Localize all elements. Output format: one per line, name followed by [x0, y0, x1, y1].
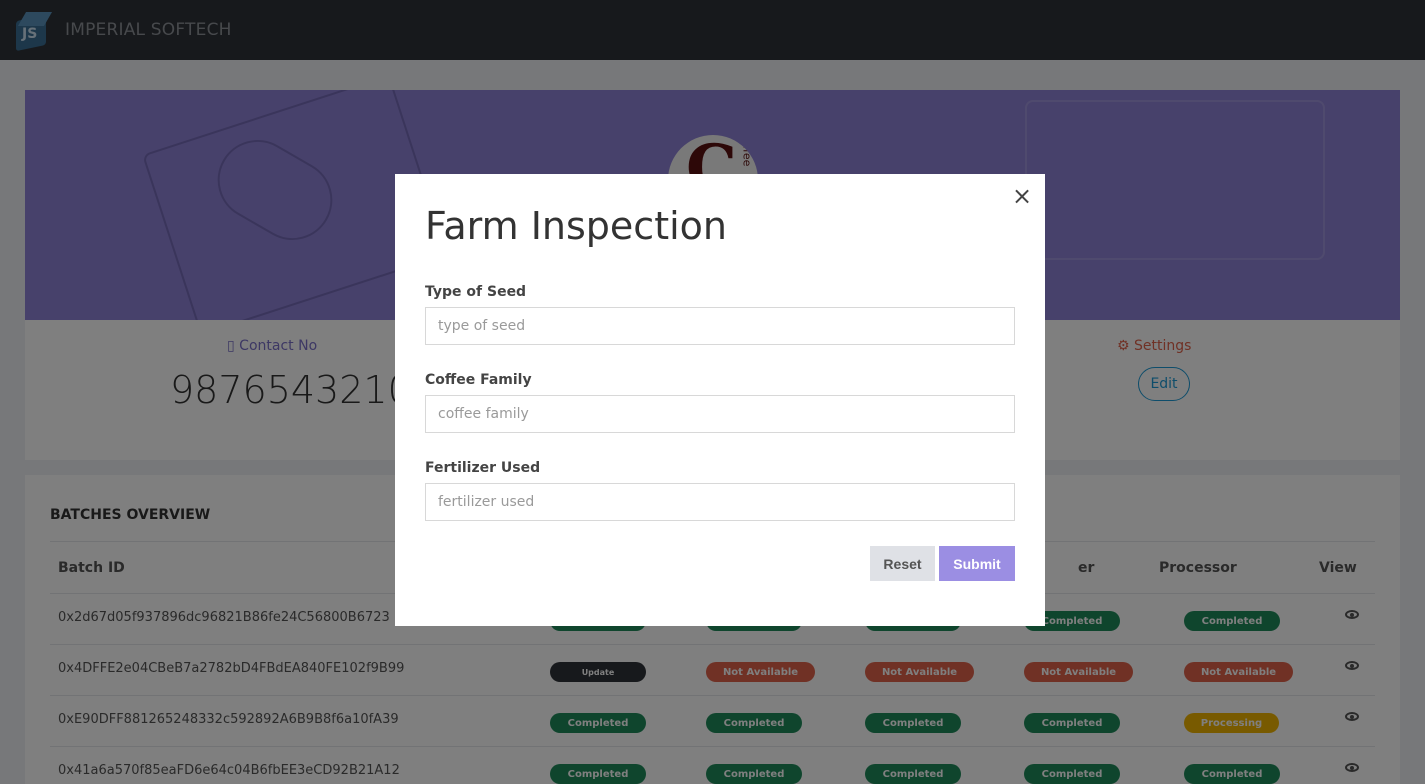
- farm-inspection-modal: × Farm Inspection Type of Seed Coffee Fa…: [395, 174, 1045, 626]
- submit-button[interactable]: Submit: [939, 546, 1015, 581]
- close-icon[interactable]: ×: [1012, 182, 1032, 210]
- fertilizer-used-input[interactable]: [425, 483, 1015, 521]
- reset-button[interactable]: Reset: [870, 546, 935, 581]
- type-of-seed-label: Type of Seed: [425, 284, 527, 300]
- coffee-family-label: Coffee Family: [425, 372, 532, 388]
- coffee-family-input[interactable]: [425, 395, 1015, 433]
- modal-title: Farm Inspection: [425, 204, 727, 248]
- fertilizer-used-label: Fertilizer Used: [425, 460, 541, 476]
- type-of-seed-input[interactable]: [425, 307, 1015, 345]
